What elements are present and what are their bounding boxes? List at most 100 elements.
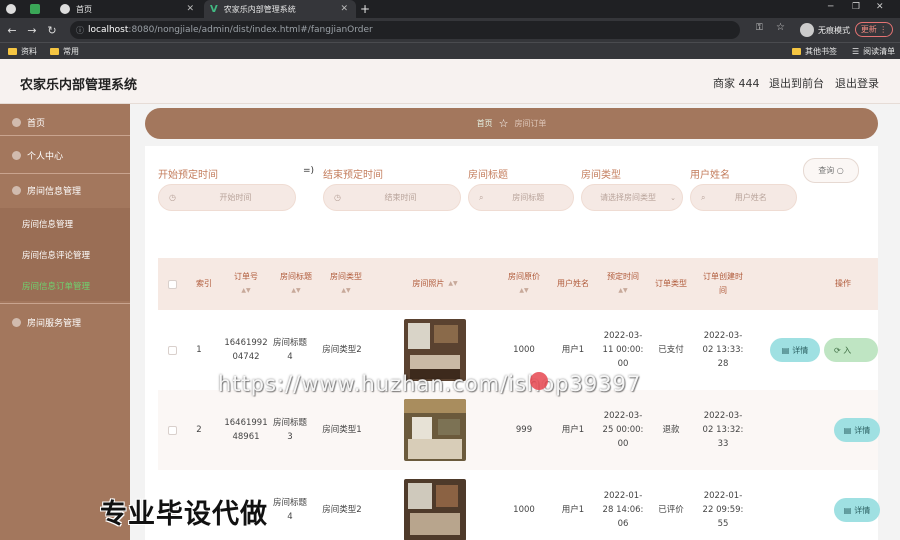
folder-icon (792, 48, 801, 55)
refresh-icon: ⟳ (834, 345, 841, 355)
update-button[interactable]: 更新 ⋮ (855, 22, 893, 37)
divider (0, 135, 130, 136)
document-icon: ▤ (781, 345, 790, 355)
cell-created: 2022-01-22 09:59:55 (702, 491, 744, 529)
address-bar-row: ← → ↻ ⓘ localhost:8080/nongjiale/admin/d… (0, 18, 900, 42)
room-type-select[interactable]: 请选择房间类型 ⌄ (581, 184, 683, 211)
cell-user: 用户1 (561, 425, 585, 435)
reload-icon[interactable]: ↻ (42, 24, 62, 37)
star-icon[interactable]: ☆ (776, 22, 785, 33)
breadcrumb-current: 房间订单 (514, 119, 547, 128)
bookmarks-bar: 资料 常用 其他书签 ☰ 阅读清单 (0, 42, 900, 59)
bookmark-folder[interactable]: 常用 (50, 46, 79, 57)
col-actions: 操作 (835, 279, 851, 288)
star-icon: ☆ (498, 117, 509, 130)
table-row: 2 1646199148961 房间标题3 房间类型1 999 用户1 2022… (158, 390, 880, 470)
exit-to-front-link[interactable]: 退出到前台 (769, 75, 824, 91)
table-header: 索引 订单号 ▲▼ 房间标题 ▲▼ 房间类型 ▲▼ 房间照片 ▲▼ 房间原价 ▲▼ 用户姓… (158, 258, 878, 310)
clock-icon: ◷ (169, 193, 176, 202)
cell-book-time: 2022-01-28 14:06:06 (602, 491, 644, 529)
col-room-type[interactable]: 房间类型 ▲▼ (322, 258, 370, 310)
user-name-input[interactable]: ⌕ 用户姓名 (690, 184, 797, 211)
checkin-button[interactable]: ⟳ 入 (824, 338, 878, 362)
cell-price: 1000 (513, 505, 535, 515)
browser-tab-1[interactable] (6, 0, 26, 18)
url-input[interactable]: ⓘ localhost:8080/nongjiale/admin/dist/in… (70, 21, 740, 39)
room-photo (404, 399, 466, 461)
back-icon[interactable]: ← (2, 24, 22, 37)
menu-icon (12, 317, 21, 327)
cell-room-title: 房间标题4 (272, 498, 307, 522)
folder-icon (50, 48, 59, 55)
cell-photo (372, 390, 498, 470)
cell-photo (372, 470, 498, 540)
new-tab-button[interactable]: + (360, 0, 374, 18)
col-order-no[interactable]: 订单号 ▲▼ (224, 258, 268, 310)
close-tab-icon[interactable]: ✕ (340, 4, 348, 14)
sidebar-sub-room-orders[interactable]: 房间信息订单管理 (0, 270, 130, 301)
cell-book-time: 2022-03-25 00:00:00 (602, 411, 644, 449)
browser-tab-active[interactable]: V 农家乐内部管理系统 ✕ (204, 0, 356, 18)
sidebar-item-room-service[interactable]: 房间服务管理 (0, 304, 130, 340)
select-all-checkbox[interactable] (158, 258, 186, 310)
cell-order-no: 1646199148961 (224, 418, 268, 442)
app-title: 农家乐内部管理系统 (20, 78, 138, 93)
detail-button[interactable]: ▤ 详情 (834, 498, 880, 522)
globe-icon (6, 4, 16, 14)
breadcrumb-home[interactable]: 首页 (477, 118, 493, 129)
watermark-text: https://www.huzhan.com/ishop39397 (218, 372, 642, 396)
browser-tab-home[interactable]: 首页 ✕ (56, 0, 202, 18)
sidebar-item-profile[interactable]: 个人中心 (0, 137, 130, 173)
user-icon (12, 150, 21, 160)
col-user: 用户姓名 (557, 279, 589, 288)
reading-list-icon: ☰ (852, 47, 860, 56)
document-icon: ▤ (843, 505, 852, 515)
search-icon: ○ (836, 166, 844, 175)
sort-icon: ▲▼ (341, 287, 351, 294)
detail-button[interactable]: ▤ 详情 (770, 338, 820, 362)
close-window-icon[interactable]: ✕ (876, 2, 884, 12)
col-order-type: 订单类型 (655, 279, 687, 288)
room-title-input[interactable]: ⌕ 房间标题 (468, 184, 574, 211)
room-photo (404, 479, 466, 540)
cell-order-type: 已评价 (658, 505, 684, 515)
col-book-time[interactable]: 预定时间 ▲▼ (598, 258, 648, 310)
home-icon (12, 117, 21, 127)
forward-icon[interactable]: → (22, 24, 42, 37)
sidebar-sub-room-info[interactable]: 房间信息管理 (0, 208, 130, 239)
browser-tab-2[interactable] (30, 0, 52, 18)
row-checkbox[interactable] (158, 390, 186, 470)
close-tab-icon[interactable]: ✕ (186, 4, 194, 14)
row-checkbox[interactable] (158, 310, 186, 390)
col-price[interactable]: 房间原价 ▲▼ (500, 258, 548, 310)
query-button[interactable]: 查询 ○ (803, 158, 859, 183)
start-time-input[interactable]: ◷ 开始时间 (158, 184, 296, 211)
main-content: 首页 ☆ 房间订单 开始预定时间 ◷ 开始时间 =) 结束预定时间 ◷ 结束时间… (130, 104, 900, 540)
sidebar-item-room-info[interactable]: 房间信息管理 (0, 172, 130, 208)
col-photo[interactable]: 房间照片 ▲▼ (372, 258, 498, 310)
sort-icon: ▲▼ (618, 287, 628, 294)
user-name-label: 用户姓名 (690, 170, 730, 181)
cell-index: 2 (196, 425, 202, 435)
cell-index: 1 (196, 345, 202, 355)
bookmark-folder[interactable]: 其他书签 (792, 46, 837, 57)
key-icon[interactable]: ⚿ (756, 23, 763, 33)
end-time-input[interactable]: ◷ 结束时间 (323, 184, 461, 211)
start-time-label: 开始预定时间 (158, 170, 218, 181)
logout-link[interactable]: 退出登录 (835, 75, 879, 91)
folder-icon (8, 48, 17, 55)
incognito-indicator[interactable]: 无痕模式 (800, 23, 850, 37)
cell-order-type: 已支付 (658, 345, 684, 355)
detail-button[interactable]: ▤ 详情 (834, 418, 880, 442)
cell-created: 2022-03-02 13:32:33 (702, 411, 744, 449)
col-created[interactable]: 订单创建时间 (694, 258, 752, 310)
minimize-icon[interactable]: ─ (828, 2, 833, 12)
col-room-title[interactable]: 房间标题 ▲▼ (272, 258, 320, 310)
document-icon: ▤ (843, 425, 852, 435)
maximize-icon[interactable]: ❐ (852, 2, 860, 12)
room-title-label: 房间标题 (468, 170, 508, 181)
end-time-label: 结束预定时间 (323, 170, 383, 181)
sidebar-sub-room-comments[interactable]: 房间信息评论管理 (0, 239, 130, 270)
reading-list[interactable]: ☰ 阅读清单 (852, 46, 895, 57)
bookmark-folder[interactable]: 资料 (8, 46, 37, 57)
